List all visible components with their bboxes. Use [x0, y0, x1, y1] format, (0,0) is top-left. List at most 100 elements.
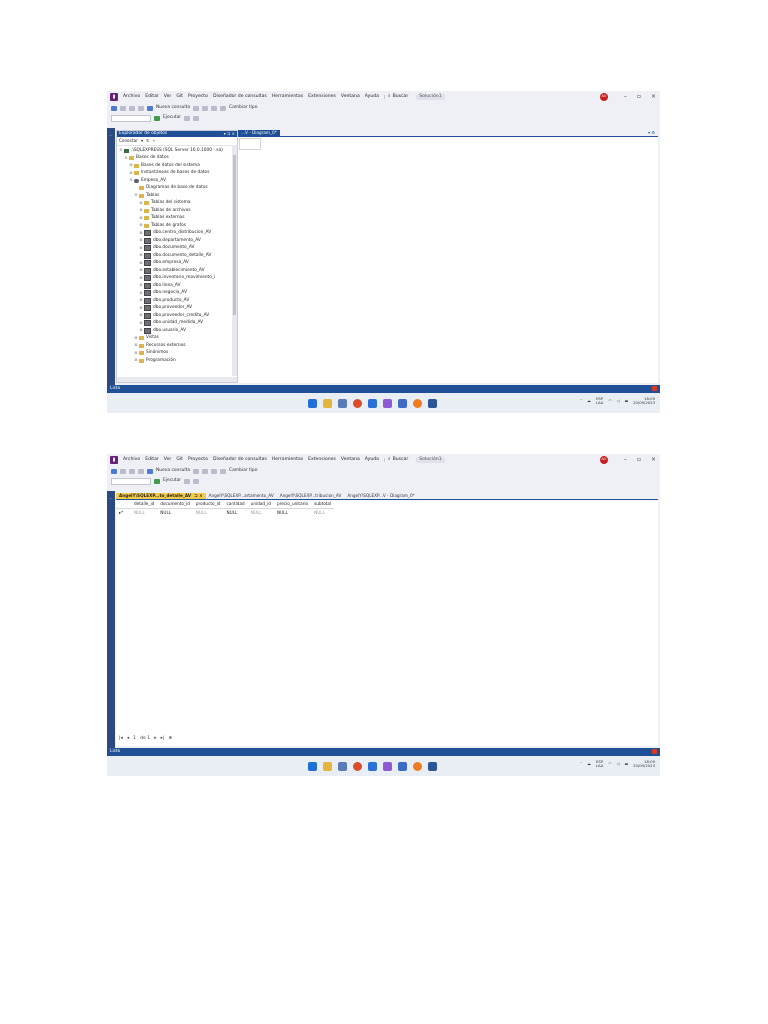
execute-button[interactable]: Ejecutar [163, 478, 181, 483]
tree-node[interactable]: ⊞ Programación [117, 357, 237, 365]
tree-node[interactable]: ⊞ dbo.establecimiento_AV [117, 267, 237, 275]
refresh-icon[interactable]: ↻ [146, 138, 150, 143]
menu-git[interactable]: Git [176, 457, 183, 463]
tree-expander-icon[interactable]: ⊞ [139, 313, 143, 317]
tab-close-icon[interactable]: ⊐ × [194, 493, 202, 498]
panel-pin-icon[interactable]: ▾ ⊐ × [224, 132, 235, 136]
tree-expander-icon[interactable]: ⊞ [139, 276, 143, 280]
store-icon[interactable] [398, 399, 407, 408]
grid-cell[interactable]: NULL [223, 509, 247, 518]
tree-node[interactable]: ⊞ Tablas de archivos [117, 207, 237, 215]
notification-icon[interactable] [652, 386, 657, 391]
tab-diagram[interactable]: AngelY\SQLEXP...V - Diagram_0* [344, 493, 417, 499]
undo-icon[interactable] [193, 106, 200, 111]
language-indicator[interactable]: ESP LAA [596, 760, 604, 769]
grid-cell[interactable]: NULL [157, 509, 193, 518]
tree-expander-icon[interactable]: ⊞ [139, 283, 143, 287]
column-header[interactable]: unidad_id [247, 500, 274, 509]
menu-ayuda[interactable]: Ayuda [365, 457, 379, 463]
tree-node[interactable]: ⊞ Vistas [117, 335, 237, 343]
search-box[interactable]: ⌕ Buscar [383, 94, 411, 100]
tree-node[interactable]: ⊞ dbo.documento_detalle_AV [117, 252, 237, 260]
tab-documento-detalle[interactable]: AngelY\SQLEXP...to_detalle_AV ⊐ × [116, 493, 206, 499]
wifi-icon[interactable]: ◠ [608, 762, 611, 766]
menu-herramientas[interactable]: Herramientas [272, 457, 303, 463]
column-header[interactable]: precio_unitario [273, 500, 312, 509]
tree-expander-icon[interactable]: ⊞ [134, 351, 138, 355]
new-query-button[interactable]: Nueva consulta [156, 105, 190, 110]
check-icon[interactable] [184, 116, 191, 121]
menu-extensiones[interactable]: Extensiones [308, 457, 336, 463]
cloud-icon[interactable]: ☁ [587, 762, 591, 766]
new-project-icon[interactable] [129, 106, 135, 111]
table-icon[interactable] [211, 469, 218, 474]
notification-icon[interactable] [652, 749, 657, 754]
menu-ventana[interactable]: Ventana [341, 457, 360, 463]
scroll-thumb[interactable] [233, 155, 236, 315]
tree-node[interactable]: ⊟ Bases de datos [117, 155, 237, 163]
menu-proyecto[interactable]: Proyecto [188, 457, 208, 463]
word-icon[interactable] [428, 762, 437, 771]
column-header[interactable]: producto_id [192, 500, 224, 509]
tree-node[interactable]: ⊞ dbo.departamento_AV [117, 237, 237, 245]
tree-node[interactable]: ⊞ Recursos externos [117, 342, 237, 350]
grid-cell[interactable]: NULL [274, 509, 311, 518]
row-marker[interactable]: ▸* [116, 509, 131, 518]
table-row[interactable]: ▸* NULL NULL NULL NULL NULL NULL NULL [116, 509, 334, 518]
menu-ventana[interactable]: Ventana [341, 94, 360, 100]
undo-icon[interactable] [193, 469, 200, 474]
open-icon[interactable] [138, 469, 144, 474]
table-icon[interactable] [211, 106, 218, 111]
tray-chevron-icon[interactable]: ˄ [580, 399, 582, 403]
tree-expander-icon[interactable]: ⊞ [139, 321, 143, 325]
file-explorer-icon[interactable] [323, 762, 332, 771]
battery-icon[interactable]: ▬ [625, 762, 629, 766]
back-icon[interactable] [111, 106, 117, 111]
tray-chevron-icon[interactable]: ˄ [580, 762, 582, 766]
menu-ver[interactable]: Ver [164, 94, 172, 100]
results-icon[interactable] [193, 479, 200, 484]
database-combo[interactable] [111, 115, 151, 122]
nav-next-button[interactable]: ▸ [154, 737, 156, 742]
tree-expander-icon[interactable]: ⊞ [139, 291, 143, 295]
forward-icon[interactable] [120, 469, 126, 474]
execute-icon[interactable] [154, 479, 160, 484]
grid-cell[interactable]: NULL [131, 509, 157, 518]
menu-editar[interactable]: Editar [145, 457, 159, 463]
save-icon[interactable] [147, 469, 153, 474]
diagram-canvas[interactable] [239, 138, 261, 150]
clock[interactable]: 18:09 20/09/2023 [633, 396, 655, 406]
tree-node[interactable]: ⊞ Instantáneas de bases de datos [117, 170, 237, 178]
battery-icon[interactable]: ▬ [625, 399, 629, 403]
tree-expander-icon[interactable]: ⊞ [139, 261, 143, 265]
tree-node[interactable]: ⊟ Empesa_AV [117, 177, 237, 185]
tree-expander-icon[interactable]: ⊞ [139, 208, 143, 212]
tree-node[interactable]: ⊞ dbo.documento_AV [117, 245, 237, 253]
nav-prev-button[interactable]: ◂ [127, 737, 129, 742]
tree-node[interactable]: ⊞ Bases de datos del sistema [117, 162, 237, 170]
menu-disenador[interactable]: Diseñador de consultas [213, 94, 267, 100]
explorer-vertical-scrollbar[interactable] [232, 145, 237, 376]
tree-node[interactable]: ⊞ dbo.proveedor_credito_AV [117, 312, 237, 320]
word-icon[interactable] [428, 399, 437, 408]
maximize-icon[interactable]: ▫ [637, 457, 641, 463]
visual-studio-icon[interactable] [383, 762, 392, 771]
store-icon[interactable] [398, 762, 407, 771]
tree-expander-icon[interactable]: ⊞ [139, 216, 143, 220]
grid-cell[interactable]: NULL [193, 509, 224, 518]
save-icon[interactable] [147, 106, 153, 111]
avatar[interactable]: AO [599, 456, 608, 464]
avatar[interactable]: AO [599, 93, 608, 101]
menu-herramientas[interactable]: Herramientas [272, 94, 303, 100]
wifi-icon[interactable]: ◠ [608, 399, 611, 403]
menu-archivo[interactable]: Archivo [123, 457, 140, 463]
tree-expander-icon[interactable]: ⊞ [134, 336, 138, 340]
tab-departamento[interactable]: AngelY\SQLEXP...artamento_AV [206, 493, 277, 499]
back-icon[interactable] [111, 469, 117, 474]
column-header[interactable]: subtotal [311, 500, 335, 509]
layout-icon[interactable] [220, 469, 227, 474]
firefox-icon[interactable] [413, 762, 422, 771]
tree-expander-icon[interactable]: ⊟ [134, 193, 138, 197]
tree-node[interactable]: ⊞ dbo.producto_AV [117, 297, 237, 305]
menu-disenador[interactable]: Diseñador de consultas [213, 457, 267, 463]
